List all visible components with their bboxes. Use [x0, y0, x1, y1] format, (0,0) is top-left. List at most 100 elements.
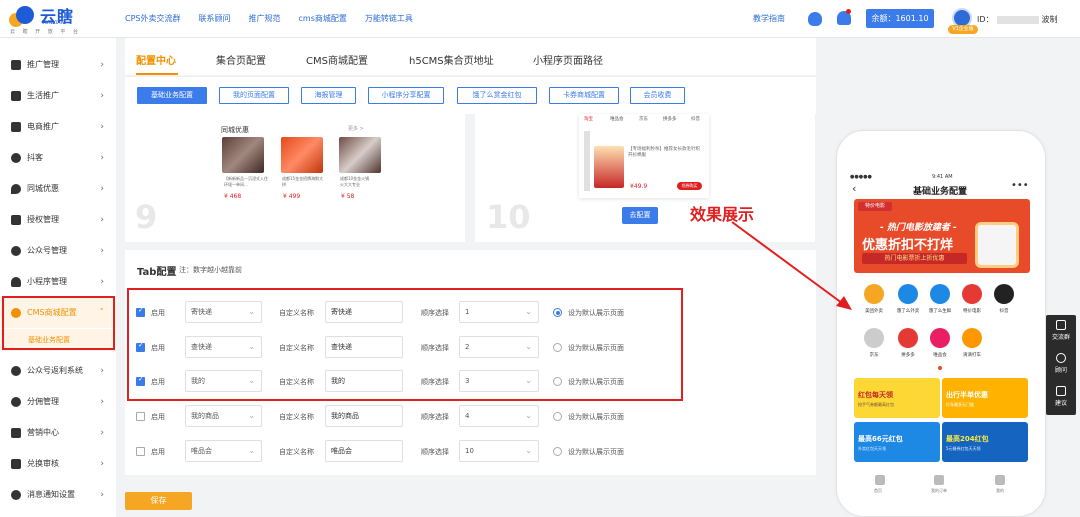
chevron-down-icon: ⌄ [525, 411, 532, 420]
chevron-down-icon: ⌄ [248, 411, 255, 420]
float-label: 顾问 [1054, 367, 1067, 374]
tab-cms-mall[interactable]: CMS商城配置 [306, 52, 368, 67]
eleme-icon [898, 284, 918, 304]
chevron-right-icon: › [100, 183, 104, 194]
user-id-prefix: ID： [977, 15, 994, 24]
vipshop-icon [930, 328, 950, 348]
order-select[interactable]: 4 ⌄ [459, 405, 539, 427]
custom-name-input[interactable]: 唯品会 [325, 440, 403, 462]
nav-contact[interactable]: 联系顾问 [199, 13, 231, 24]
user-id-suffix: 波制 [1041, 15, 1058, 24]
more-link[interactable]: 更多 > [348, 125, 364, 132]
subnav-my-page[interactable]: 我的页面配置 [219, 87, 289, 104]
chevron-right-icon: › [100, 245, 104, 256]
tab-h5cms[interactable]: h5CMS集合页地址 [409, 52, 494, 67]
user-icon [11, 276, 21, 287]
home-icon [875, 475, 885, 485]
grid-label: 饿了么生鲜 [928, 309, 952, 314]
chevron-down-icon: ⌄ [248, 446, 255, 455]
wechat-icon [11, 365, 21, 376]
tab-config-note: 注：数字越小越靠前 [179, 266, 242, 274]
chevron-right-icon: › [100, 458, 104, 469]
subnav-share[interactable]: 小程序分享配置 [368, 87, 444, 104]
enable-checkbox[interactable] [136, 412, 145, 421]
platform-tab: 京东 [639, 117, 648, 122]
pinduoduo-icon [898, 328, 918, 348]
sidebar-item-commission[interactable]: 分佣管理 › [0, 386, 116, 417]
tiktok-icon [11, 152, 21, 163]
manual-link[interactable]: 教学指南 [753, 13, 785, 24]
subnav-coupon-mall[interactable]: 卡券商城配置 [549, 87, 619, 104]
nav-cms[interactable]: cms商城配置 [299, 13, 347, 24]
select-value: 4 [465, 412, 470, 420]
sidebar-item-promo[interactable]: 推广管理 › [0, 49, 116, 80]
wechat-icon [11, 245, 21, 256]
sidebar-item-label: 兑换审核 [27, 459, 59, 468]
subnav-poster[interactable]: 海报管理 [301, 87, 356, 104]
sidebar-item-ecom[interactable]: 电商推广 › [0, 111, 116, 142]
product-price: ¥ 468 [224, 193, 242, 200]
grid-label: 拼多多 [901, 353, 915, 358]
sidebar-item-label: 公众号返利系统 [27, 366, 83, 375]
tab-collection-page[interactable]: 集合页配置 [216, 52, 266, 67]
nav-link-tool[interactable]: 万能转链工具 [365, 13, 413, 24]
subnav-membership[interactable]: 会员收费 [630, 87, 685, 104]
grid-label: 美团外卖 [865, 309, 883, 314]
tabbar-label: 我的 [996, 488, 1004, 493]
nav-cps-group[interactable]: CPS外卖交流群 [125, 13, 181, 24]
sidebar-item-auth[interactable]: 授权管理 › [0, 204, 116, 235]
chevron-right-icon: › [100, 427, 104, 438]
product-text: 【专场福利秒杀】推荐女长款毛针织开衫棉服 [628, 147, 700, 158]
float-group-button[interactable]: 交流群 [1046, 316, 1076, 349]
grid-label: 唯品会 [933, 353, 947, 358]
float-advisor-button[interactable]: 顾问 [1046, 349, 1076, 382]
tab-miniapp-path[interactable]: 小程序页面路径 [533, 52, 603, 67]
product-text: 【新新新品—沉浸式入住环境—单间... [224, 176, 268, 187]
sidebar-item-label: 推广管理 [27, 60, 59, 69]
sidebar-item-local[interactable]: 同城优惠 › [0, 173, 116, 204]
brand-tagline: 云 瞎 开 放 平 台 [10, 29, 81, 35]
select-value: 唯品会 [191, 447, 212, 455]
default-radio[interactable] [553, 447, 562, 456]
tab-type-select[interactable]: 我的商品 ⌄ [185, 405, 262, 427]
sidebar-item-label: 授权管理 [27, 215, 59, 224]
brand-english: YUNXIAN [42, 20, 65, 26]
float-feedback-button[interactable]: 建议 [1046, 382, 1076, 415]
promo-title: 最高204红包 [946, 435, 989, 443]
custom-name-input[interactable]: 我的商品 [325, 405, 403, 427]
order-label: 顺序选择 [421, 413, 449, 421]
grid-label: 抖音 [999, 309, 1009, 314]
sidebar-item-official[interactable]: 公众号管理 › [0, 235, 116, 266]
tab-type-select[interactable]: 唯品会 ⌄ [185, 440, 262, 462]
sidebar-item-marketing[interactable]: 营销中心 › [0, 417, 116, 448]
subnav-basic-config[interactable]: 基础业务配置 [137, 87, 207, 104]
movie-icon [962, 284, 982, 304]
float-label: 建议 [1054, 400, 1067, 407]
promo-title: 最高66元红包 [858, 435, 903, 443]
tab-config-center[interactable]: 配置中心 [136, 52, 176, 67]
save-button[interactable]: 保存 [125, 492, 192, 510]
sidebar-item-douke[interactable]: 抖客 › [0, 142, 116, 173]
order-select[interactable]: 10 ⌄ [459, 440, 539, 462]
balance-button[interactable]: 余额：1601.10 [866, 9, 934, 28]
sidebar-item-messages[interactable]: 消息通知设置 › [0, 479, 116, 510]
chevron-right-icon: › [100, 90, 104, 101]
sidebar-item-rebate[interactable]: 公众号返利系统 › [0, 355, 116, 386]
profile-icon [995, 475, 1005, 485]
sidebar-item-redeem[interactable]: 兑换审核 › [0, 448, 116, 479]
select-value: 我的商品 [191, 412, 219, 420]
banner-line2: 优惠折扣不打烊 [862, 238, 954, 253]
enable-checkbox[interactable] [136, 447, 145, 456]
platform-tab: 淘宝 [584, 117, 593, 122]
sidebar-item-label: 电商推广 [27, 122, 59, 131]
sidebar-item-miniapp[interactable]: 小程序管理 › [0, 266, 116, 297]
sidebar-item-life[interactable]: 生活推广 › [0, 80, 116, 111]
subnav-eleme-bonus[interactable]: 饿了么赏金红包 [457, 87, 537, 104]
grid-label: 滴滴打车 [963, 353, 981, 358]
sidebar-item-label: 小程序管理 [27, 277, 67, 286]
logo[interactable]: 云瞎 YUNXIAN 云 瞎 开 放 平 台 [6, 3, 101, 35]
service-icon[interactable] [808, 12, 822, 26]
default-radio[interactable] [553, 412, 562, 421]
go-config-button[interactable]: 去配置 [622, 207, 658, 224]
nav-rules[interactable]: 推广规范 [249, 13, 281, 24]
